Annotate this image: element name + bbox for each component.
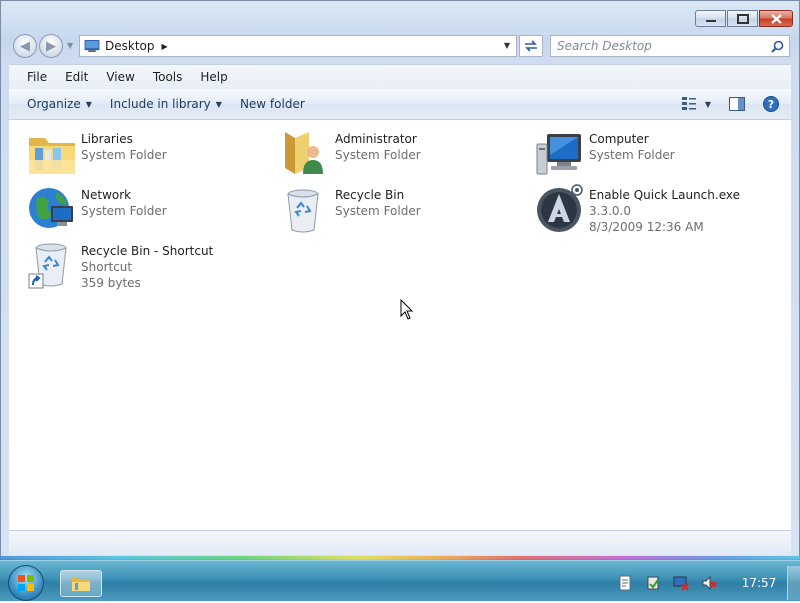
item-name: Computer <box>589 132 649 146</box>
item-name: Libraries <box>81 132 133 146</box>
taskbar-explorer-button[interactable] <box>60 570 102 597</box>
status-bar <box>9 530 791 555</box>
menu-help[interactable]: Help <box>194 70 233 84</box>
search-input[interactable] <box>551 38 769 54</box>
taskbar-clock[interactable]: 17:57 <box>731 576 787 590</box>
change-view-button[interactable] <box>681 95 701 113</box>
maximize-button[interactable] <box>727 10 758 27</box>
address-row: ◀ ▶ ▼ Desktop ▶ ▼ <box>1 33 799 61</box>
command-bar: Organize ▼ Include in library ▼ New fold… <box>9 89 791 120</box>
windows-logo-icon <box>18 575 34 591</box>
item-type: System Folder <box>335 204 421 218</box>
include-in-library-button[interactable]: Include in library ▼ <box>102 97 230 111</box>
desktop-icon <box>84 40 100 52</box>
include-in-library-label: Include in library <box>109 97 211 111</box>
item-name: Recycle Bin - Shortcut <box>81 244 214 258</box>
title-bar[interactable] <box>1 1 799 31</box>
close-icon <box>770 13 782 24</box>
file-item[interactable]: Enable Quick Launch.exe 3.3.0.0 8/3/2009… <box>535 184 740 235</box>
folder-icon <box>72 577 90 591</box>
preview-pane-button[interactable] <box>727 95 747 113</box>
address-bar[interactable]: Desktop ▶ ▼ <box>79 35 517 57</box>
item-name: Recycle Bin <box>335 188 405 202</box>
help-icon: ? <box>763 96 779 112</box>
user-folder-icon <box>281 128 331 178</box>
help-button[interactable]: ? <box>761 95 781 113</box>
menu-view[interactable]: View <box>100 70 140 84</box>
view-options-icon <box>682 97 696 110</box>
file-list[interactable]: Libraries System Folder Administrator Sy… <box>9 120 791 530</box>
recent-pages-dropdown[interactable]: ▼ <box>67 41 73 50</box>
caption-buttons <box>694 10 793 27</box>
search-icon[interactable] <box>769 38 785 54</box>
computer-icon <box>535 128 585 178</box>
view-dropdown-button[interactable]: ▼ <box>703 95 713 113</box>
file-item[interactable]: Recycle Bin - Shortcut Shortcut 359 byte… <box>27 240 213 291</box>
new-folder-button[interactable]: New folder <box>232 97 313 111</box>
back-button[interactable]: ◀ <box>13 34 37 58</box>
back-arrow-icon: ◀ <box>20 38 30 54</box>
item-name: Enable Quick Launch.exe <box>589 188 740 202</box>
explorer-window: ◀ ▶ ▼ Desktop ▶ ▼ File <box>0 0 800 560</box>
new-folder-label: New folder <box>239 97 305 111</box>
file-item[interactable]: Libraries System Folder <box>27 128 167 178</box>
recycle-bin-shortcut-icon <box>27 240 77 290</box>
action-center-icon[interactable] <box>645 575 661 591</box>
menu-edit[interactable]: Edit <box>59 70 94 84</box>
breadcrumb-desktop[interactable]: Desktop <box>105 39 155 53</box>
forward-button[interactable]: ▶ <box>39 34 63 58</box>
item-date-modified: 8/3/2009 12:36 AM <box>589 220 704 234</box>
organize-label: Organize <box>27 97 81 111</box>
show-desktop-button[interactable] <box>787 566 800 600</box>
start-button[interactable] <box>8 565 44 601</box>
item-name: Administrator <box>335 132 417 146</box>
breadcrumb-chevron-icon[interactable]: ▶ <box>162 42 168 51</box>
refresh-icon <box>525 40 537 52</box>
item-name: Network <box>81 188 132 202</box>
system-tray: 17:57 <box>611 566 800 600</box>
menu-bar: File Edit View Tools Help <box>9 64 791 90</box>
volume-muted-icon[interactable] <box>701 575 717 591</box>
menu-file[interactable]: File <box>21 70 53 84</box>
refresh-button[interactable] <box>519 35 543 57</box>
file-item[interactable]: Administrator System Folder <box>281 128 421 178</box>
chevron-down-icon: ▼ <box>215 99 222 109</box>
chevron-down-icon: ▼ <box>85 99 92 109</box>
file-item[interactable]: Network System Folder <box>27 184 167 234</box>
address-dropdown-icon[interactable]: ▼ <box>504 41 510 50</box>
organize-button[interactable]: Organize ▼ <box>19 97 100 111</box>
file-item[interactable]: Computer System Folder <box>535 128 675 178</box>
app-exe-icon <box>535 184 585 234</box>
minimize-icon <box>705 19 716 22</box>
item-type: System Folder <box>589 148 675 162</box>
svg-text:?: ? <box>768 98 774 111</box>
restore-icon <box>736 13 749 24</box>
preview-pane-icon <box>729 97 745 111</box>
network-icon <box>27 184 77 234</box>
libraries-icon <box>27 128 77 178</box>
mouse-cursor-icon <box>400 299 414 320</box>
recycle-bin-icon <box>281 184 331 234</box>
file-item[interactable]: Recycle Bin System Folder <box>281 184 421 234</box>
minimize-button[interactable] <box>695 10 726 27</box>
item-type: System Folder <box>81 148 167 162</box>
item-type: System Folder <box>335 148 421 162</box>
item-type: System Folder <box>81 204 167 218</box>
item-size: 359 bytes <box>81 276 141 290</box>
view-controls: ▼ ? <box>675 95 781 113</box>
item-version: 3.3.0.0 <box>589 204 631 218</box>
close-button[interactable] <box>759 10 793 27</box>
search-box <box>550 35 790 57</box>
network-status-icon[interactable] <box>673 575 689 591</box>
forward-arrow-icon: ▶ <box>46 38 56 54</box>
menu-tools[interactable]: Tools <box>147 70 189 84</box>
notes-icon[interactable] <box>617 575 633 591</box>
item-type: Shortcut <box>81 260 133 274</box>
